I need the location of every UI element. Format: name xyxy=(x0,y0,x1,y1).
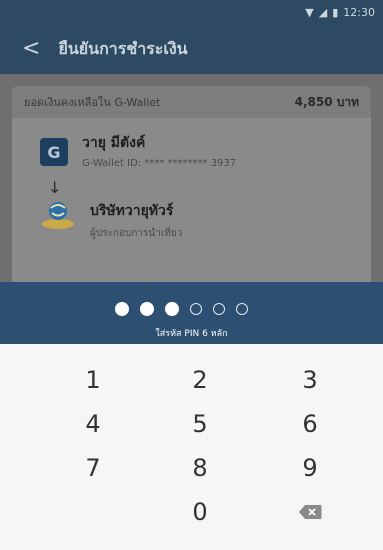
pin-dot-filled xyxy=(165,302,179,316)
pin-entry-panel: ใส่รหัส PIN 6 หลัก xyxy=(0,282,383,344)
key-3[interactable]: 3 xyxy=(265,360,355,400)
g-wallet-logo: G xyxy=(40,138,68,166)
pin-instruction: ใส่รหัส PIN 6 หลัก xyxy=(155,329,228,339)
payer-name: วายุ มีตังค์ xyxy=(82,135,146,151)
key-2[interactable]: 2 xyxy=(155,360,245,400)
pin-dot-filled xyxy=(115,302,129,316)
pin-dot-empty xyxy=(236,303,248,315)
key-9[interactable]: 9 xyxy=(265,448,355,488)
battery-icon: ▮ xyxy=(332,5,339,19)
arrow-down-icon: ↓ xyxy=(48,178,62,197)
app-bar: < ยืนยันการชำระเงิน xyxy=(0,24,383,74)
backspace-icon[interactable] xyxy=(265,492,355,532)
numeric-keypad: 1 2 3 4 5 6 7 8 9 0 xyxy=(0,344,383,550)
pin-dot-empty xyxy=(213,303,225,315)
pin-dot-filled xyxy=(140,302,154,316)
payer-wallet-id: G-Wallet ID: **** ******** 3937 xyxy=(82,158,237,169)
status-time: 12:30 xyxy=(343,5,375,19)
balance-row: ยอดเงินคงเหลือใน G-Wallet 4,850 บาท xyxy=(12,86,371,118)
key-6[interactable]: 6 xyxy=(265,404,355,444)
pin-dot-empty xyxy=(190,303,202,315)
back-arrow-icon[interactable]: < xyxy=(22,38,40,60)
merchant-row: บริษัทวายุทัวร์ ผู้ประกอบการนำเที่ยว xyxy=(40,198,182,241)
signal-icon: ◢ xyxy=(318,5,328,19)
payment-summary-area: ยอดเงินคงเหลือใน G-Wallet 4,850 บาท G วา… xyxy=(0,74,383,296)
merchant-type: ผู้ประกอบการนำเที่ยว xyxy=(90,228,183,239)
merchant-logo xyxy=(40,198,76,230)
wifi-icon: ▼ xyxy=(305,5,314,19)
pin-dots xyxy=(115,302,248,316)
balance-amount: 4,850 บาท xyxy=(294,94,359,109)
balance-label: ยอดเงินคงเหลือใน G-Wallet xyxy=(24,96,161,109)
key-7[interactable]: 7 xyxy=(48,448,138,488)
key-1[interactable]: 1 xyxy=(48,360,138,400)
status-bar: ▼ ◢ ▮ 12:30 xyxy=(0,0,383,24)
key-4[interactable]: 4 xyxy=(48,404,138,444)
merchant-name: บริษัทวายุทัวร์ xyxy=(90,203,174,219)
page-title: ยืนยันการชำระเงิน xyxy=(58,38,188,58)
key-5[interactable]: 5 xyxy=(155,404,245,444)
payer-row: G วายุ มีตังค์ G-Wallet ID: **** *******… xyxy=(40,130,236,169)
key-0[interactable]: 0 xyxy=(155,492,245,532)
key-8[interactable]: 8 xyxy=(155,448,245,488)
